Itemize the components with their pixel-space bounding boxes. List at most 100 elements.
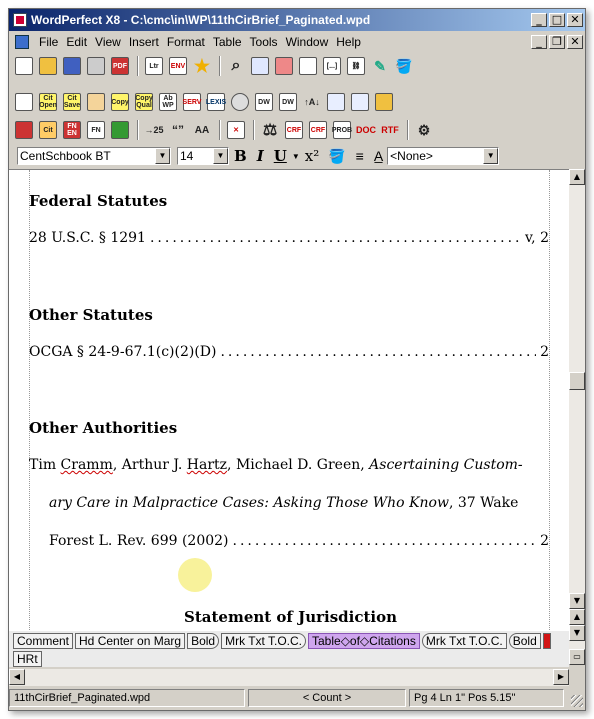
document-area[interactable]: Federal Statutes 28 U.S.C. § 1291 ......… bbox=[9, 169, 569, 631]
fn-print-icon[interactable]: FN bbox=[85, 119, 107, 141]
save-icon[interactable] bbox=[61, 55, 83, 77]
font-size-select[interactable]: 14 ▼ bbox=[177, 147, 229, 165]
status-filename[interactable]: 11thCirBrief_Paginated.wpd bbox=[9, 689, 245, 707]
doc-minimize-button[interactable]: _ bbox=[531, 35, 547, 49]
scroll-thumb[interactable] bbox=[569, 372, 585, 390]
underline-button[interactable]: U bbox=[274, 147, 287, 165]
scroll-down-icon[interactable]: ▼ bbox=[569, 593, 585, 609]
status-count[interactable]: < Count > bbox=[248, 689, 406, 707]
highlight-icon[interactable]: ✎ bbox=[369, 55, 391, 77]
cit-save-icon[interactable]: Cit Save bbox=[61, 91, 83, 113]
insert-file-icon[interactable] bbox=[297, 55, 319, 77]
vertical-scrollbar[interactable]: ▲ ▼ ▲ ▼ bbox=[569, 169, 585, 649]
text-color-icon[interactable]: A̲ bbox=[374, 148, 383, 164]
code-table-of-citations[interactable]: Table◇of◇Citations bbox=[308, 633, 420, 649]
scroll-right-icon[interactable]: ▶ bbox=[553, 669, 569, 685]
crf2-icon[interactable]: CRF bbox=[307, 119, 329, 141]
ab-wp-icon[interactable]: Ab WP bbox=[157, 91, 179, 113]
scales-icon[interactable]: ⚖ bbox=[259, 119, 281, 141]
code-mrk-txt-start[interactable]: Mrk Txt T.O.C. bbox=[221, 633, 306, 649]
menu-window[interactable]: Window bbox=[282, 35, 333, 49]
menu-table[interactable]: Table bbox=[209, 35, 246, 49]
underline-dropdown-icon[interactable]: ▼ bbox=[292, 152, 300, 161]
dw-select-icon[interactable]: DW bbox=[277, 91, 299, 113]
code-bold-off[interactable]: Bold bbox=[508, 633, 541, 649]
spelling-error[interactable]: Cramm bbox=[61, 457, 113, 473]
macro-icon[interactable] bbox=[273, 55, 295, 77]
style-select[interactable]: <None> ▼ bbox=[387, 147, 500, 165]
minimize-button[interactable]: _ bbox=[531, 13, 547, 27]
rtf-icon[interactable]: RTF bbox=[379, 119, 401, 141]
code-hrt[interactable]: HRt bbox=[13, 651, 42, 667]
menu-format[interactable]: Format bbox=[163, 35, 209, 49]
maximize-button[interactable]: □ bbox=[549, 13, 565, 27]
fn-en-icon[interactable]: FN EN bbox=[61, 119, 83, 141]
italic-button[interactable]: I bbox=[257, 147, 264, 165]
pdf-icon[interactable]: PDF bbox=[109, 55, 131, 77]
superscript-button[interactable]: x² bbox=[305, 147, 319, 165]
resize-grip-icon[interactable] bbox=[571, 695, 583, 707]
chevron-down-icon[interactable]: ▼ bbox=[155, 148, 170, 164]
horizontal-scrollbar[interactable]: ◀ ▶ bbox=[9, 669, 569, 686]
clipboard-icon[interactable] bbox=[85, 91, 107, 113]
previous-page-icon[interactable]: ▲ bbox=[569, 609, 585, 625]
title-bar[interactable]: WordPerfect X8 - C:\cmc\in\WP\11thCirBri… bbox=[9, 9, 585, 31]
tools-dropdown-icon[interactable]: ⚙ bbox=[413, 119, 435, 141]
lexis-link-icon[interactable]: LEXIS bbox=[205, 91, 227, 113]
bold-button[interactable]: B bbox=[234, 147, 247, 165]
cit-icon[interactable]: Cit bbox=[37, 119, 59, 141]
chevron-down-icon[interactable]: ▼ bbox=[483, 148, 499, 164]
file-b-icon[interactable] bbox=[349, 91, 371, 113]
menu-file[interactable]: File bbox=[35, 35, 62, 49]
next-page-icon[interactable]: ▼ bbox=[569, 625, 585, 641]
justify-icon[interactable]: ≡ bbox=[356, 148, 364, 164]
menu-help[interactable]: Help bbox=[332, 35, 365, 49]
chevron-down-icon[interactable]: ▼ bbox=[213, 148, 228, 164]
scroll-up-icon[interactable]: ▲ bbox=[569, 169, 585, 185]
hyperlink-icon[interactable]: ⛓ bbox=[345, 55, 367, 77]
command-icon[interactable] bbox=[229, 91, 251, 113]
menu-view[interactable]: View bbox=[91, 35, 125, 49]
code-bold-on[interactable]: Bold bbox=[187, 633, 220, 649]
copy-qual-icon[interactable]: Copy Qual bbox=[133, 91, 155, 113]
reveal-codes-pane[interactable]: Comment Hd Center on Marg Bold Mrk Txt T… bbox=[9, 631, 569, 667]
cit-open-icon[interactable]: Cit Open bbox=[37, 91, 59, 113]
font-family-select[interactable]: CentSchbook BT ▼ bbox=[17, 147, 171, 165]
file-a-icon[interactable] bbox=[325, 91, 347, 113]
form-field-icon[interactable]: [...] bbox=[321, 55, 343, 77]
problems-icon[interactable]: PROB bbox=[331, 119, 353, 141]
doc-restore-button[interactable]: ❐ bbox=[549, 35, 565, 49]
smart-quotes-icon[interactable]: “” bbox=[167, 119, 189, 141]
star-icon[interactable]: ★ bbox=[191, 55, 213, 77]
copy-icon[interactable]: Copy bbox=[109, 91, 131, 113]
code-mrk-txt-end[interactable]: Mrk Txt T.O.C. bbox=[421, 633, 507, 649]
spelling-error[interactable]: Hartz bbox=[187, 457, 227, 473]
document-icon[interactable] bbox=[15, 35, 29, 49]
wordperfect-app-icon[interactable] bbox=[13, 13, 27, 27]
menu-edit[interactable]: Edit bbox=[62, 35, 91, 49]
doc-close-button[interactable]: ✕ bbox=[567, 35, 583, 49]
menu-tools[interactable]: Tools bbox=[246, 35, 282, 49]
envelope-icon[interactable]: ENV bbox=[167, 55, 189, 77]
code-comment[interactable]: Comment bbox=[13, 633, 74, 649]
code-hd-center[interactable]: Hd Center on Marg bbox=[75, 633, 186, 649]
status-position[interactable]: Pg 4 Ln 1" Pos 5.15" bbox=[409, 689, 564, 707]
open-folder-icon[interactable] bbox=[37, 55, 59, 77]
table-icon[interactable] bbox=[109, 119, 131, 141]
menu-insert[interactable]: Insert bbox=[125, 35, 163, 49]
sort-icon[interactable]: ↑A↓ bbox=[301, 91, 323, 113]
page-view-icon[interactable]: ▭ bbox=[569, 649, 585, 665]
case-icon[interactable]: AA bbox=[191, 119, 213, 141]
doc-icon[interactable]: DOC bbox=[355, 119, 377, 141]
serv-icon[interactable]: SERV bbox=[181, 91, 203, 113]
font-color-icon[interactable]: 🪣 bbox=[328, 148, 345, 165]
view-page-icon[interactable] bbox=[249, 55, 271, 77]
scroll-left-icon[interactable]: ◀ bbox=[9, 669, 25, 685]
letter-template-icon[interactable]: Ltr bbox=[143, 55, 165, 77]
book-icon[interactable] bbox=[13, 119, 35, 141]
zoom-icon[interactable]: ⌕ bbox=[225, 55, 247, 77]
print-icon[interactable] bbox=[85, 55, 107, 77]
edit-doc-icon[interactable] bbox=[13, 91, 35, 113]
fill-color-icon[interactable]: 🪣 bbox=[393, 55, 415, 77]
new-document-icon[interactable] bbox=[13, 55, 35, 77]
